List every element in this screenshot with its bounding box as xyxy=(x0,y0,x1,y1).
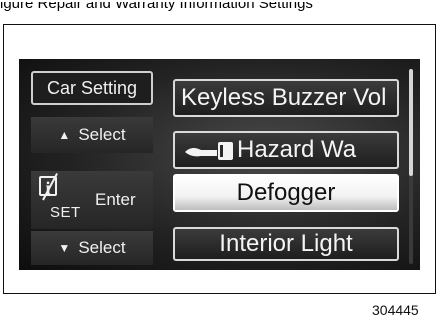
enter-label: Enter xyxy=(95,190,136,209)
scrollbar[interactable] xyxy=(409,69,413,264)
car-setting-label: Car Setting xyxy=(46,77,138,98)
select-up-button[interactable]: ▲ Select xyxy=(31,117,153,153)
key-icon xyxy=(181,139,233,161)
info-set-icon: i SET xyxy=(37,173,85,226)
triangle-up-icon: ▲ xyxy=(58,128,71,142)
menu-item-label: Keyless Buzzer Vol xyxy=(181,84,387,111)
select-down-label: Select xyxy=(78,238,126,257)
triangle-down-icon: ▼ xyxy=(58,241,71,255)
menu-item-label: Interior Light xyxy=(219,230,353,257)
display-screen: Car Setting ▲ Select i SET Enter ▼ Selec… xyxy=(19,59,420,270)
caption-top: igure Repair and Warranty Information Se… xyxy=(0,2,313,12)
menu-item-hazard-warning[interactable]: Hazard Wa xyxy=(173,131,399,169)
info-set-enter-button[interactable]: i SET Enter xyxy=(31,171,153,229)
menu-item-keyless-buzzer-vol[interactable]: Keyless Buzzer Vol xyxy=(173,79,399,117)
menu-item-label: Defogger xyxy=(236,179,336,206)
menu-item-label: Hazard Wa xyxy=(237,136,357,163)
info-set-label: SET xyxy=(50,204,81,221)
scroll-thumb[interactable] xyxy=(409,69,413,177)
menu-item-interior-light[interactable]: Interior Light xyxy=(173,227,399,261)
menu-item-defogger[interactable]: Defogger xyxy=(173,174,399,212)
car-setting-button[interactable]: Car Setting xyxy=(31,71,153,105)
select-down-button[interactable]: ▼ Select xyxy=(31,231,153,265)
select-up-label: Select xyxy=(78,125,126,144)
figure-number: 304445 xyxy=(372,302,419,318)
